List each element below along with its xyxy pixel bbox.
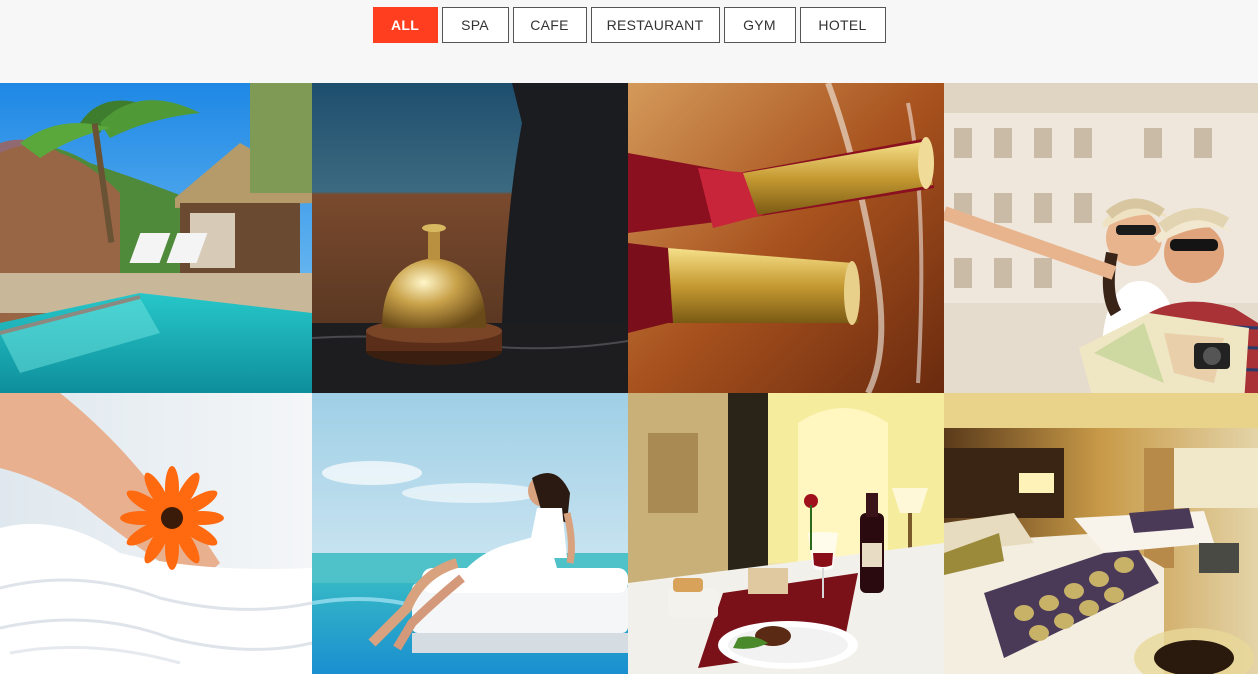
gallery-image-champagne[interactable] [628,83,944,393]
filter-gym-button[interactable]: GYM [723,7,796,43]
filter-cafe-button[interactable]: CAFE [512,7,587,43]
filter-all-button[interactable]: ALL [372,7,438,43]
gallery-image-hotel-room[interactable] [944,393,1258,674]
filter-restaurant-button[interactable]: RESTAURANT [590,7,720,43]
filter-spa-button[interactable]: SPA [441,7,509,43]
gallery-image-reception-bell[interactable] [312,83,628,393]
gallery-image-poolside[interactable] [312,393,628,674]
filter-bar: ALL SPA CAFE RESTAURANT GYM HOTEL [0,7,1258,43]
filter-hotel-button[interactable]: HOTEL [799,7,886,43]
gallery-image-tourists[interactable] [944,83,1258,393]
gallery-image-restaurant-table[interactable] [628,393,944,674]
image-gallery [0,83,1258,674]
gallery-image-spa-towels[interactable] [0,393,312,674]
gallery-image-pool-villa[interactable] [0,83,312,393]
